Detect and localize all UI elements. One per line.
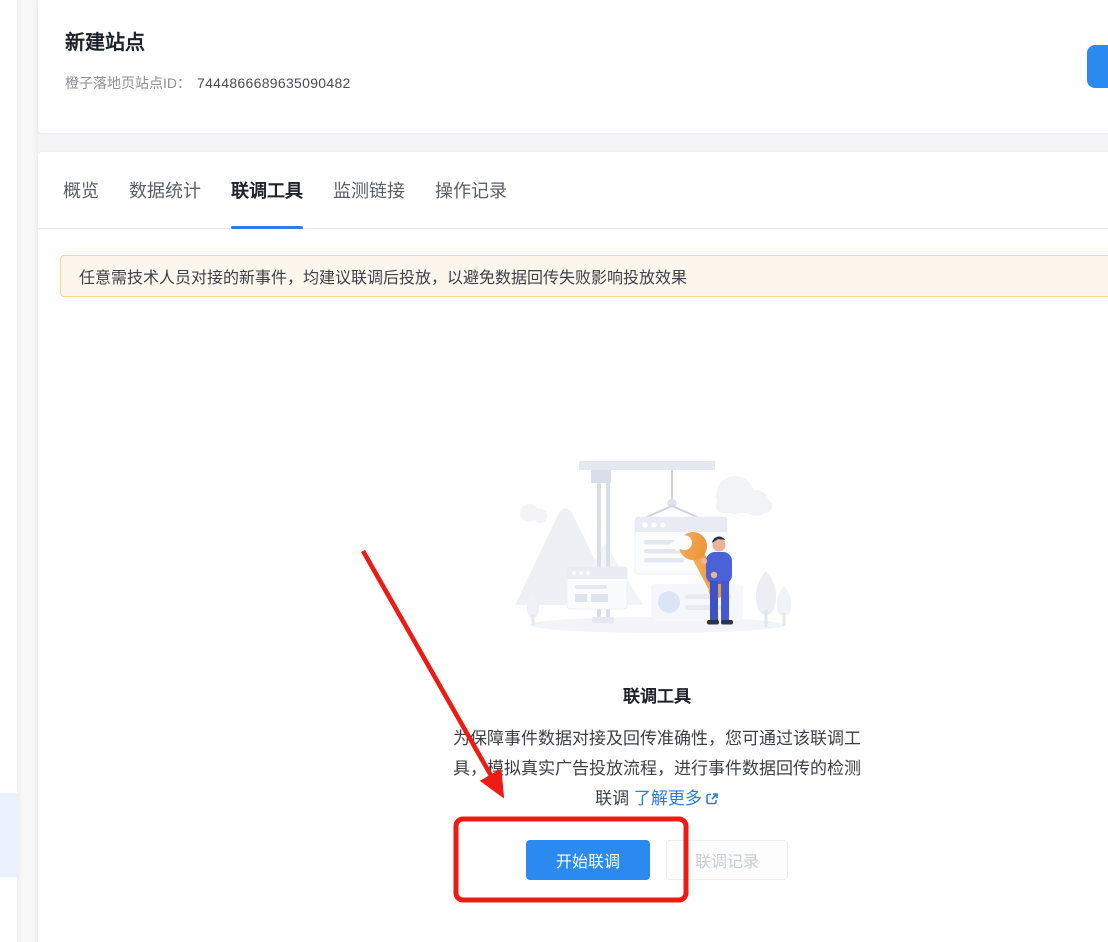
notice-banner-text: 任意需技术人员对接的新事件，均建议联调后投放，以避免数据回传失败影响投放效果 <box>79 264 687 288</box>
site-id-label: 橙子落地页站点ID： <box>65 75 191 91</box>
left-rail-divider <box>17 0 38 942</box>
sidebar-selected-item[interactable] <box>0 793 17 877</box>
page-title: 新建站点 <box>65 26 145 55</box>
site-id-value: 7444866689635090482 <box>197 75 351 91</box>
empty-state-title: 联调工具 <box>447 682 867 707</box>
site-id-row: 橙子落地页站点ID： 7444866689635090482 <box>65 73 351 93</box>
external-link-icon <box>705 792 719 806</box>
empty-state-description: 为保障事件数据对接及回传准确性，您可通过该联调工具，模拟真实广告投放流程，进行事… <box>447 724 867 814</box>
topbar-primary-button-cutoff[interactable] <box>1087 45 1108 88</box>
tab-debug-tool[interactable]: 联调工具 <box>231 152 303 228</box>
learn-more-link[interactable]: 了解更多 <box>634 789 719 808</box>
tab-overview[interactable]: 概览 <box>63 152 99 228</box>
empty-state-actions: 开始联调 联调记录 <box>447 840 867 880</box>
start-debug-button[interactable]: 开始联调 <box>526 840 650 880</box>
debug-records-button[interactable]: 联调记录 <box>666 840 788 880</box>
main-card: 概览 数据统计 联调工具 监测链接 操作记录 任意需技术人员对接的新事件，均建议… <box>38 152 1108 942</box>
collapsed-side-panel <box>0 0 17 942</box>
tab-monitoring-links[interactable]: 监测链接 <box>333 152 405 228</box>
debug-tool-empty-state: 联调工具 为保障事件数据对接及回传准确性，您可通过该联调工具，模拟真实广告投放流… <box>447 455 867 880</box>
notice-banner: 任意需技术人员对接的新事件，均建议联调后投放，以避免数据回传失败影响投放效果 <box>60 255 1108 297</box>
debug-tool-illustration <box>507 455 807 647</box>
tab-bar: 概览 数据统计 联调工具 监测链接 操作记录 <box>38 152 1108 229</box>
tab-operation-records[interactable]: 操作记录 <box>435 152 507 228</box>
tab-data-statistics[interactable]: 数据统计 <box>129 152 201 228</box>
page-header-card: 新建站点 橙子落地页站点ID： 7444866689635090482 <box>38 0 1108 133</box>
